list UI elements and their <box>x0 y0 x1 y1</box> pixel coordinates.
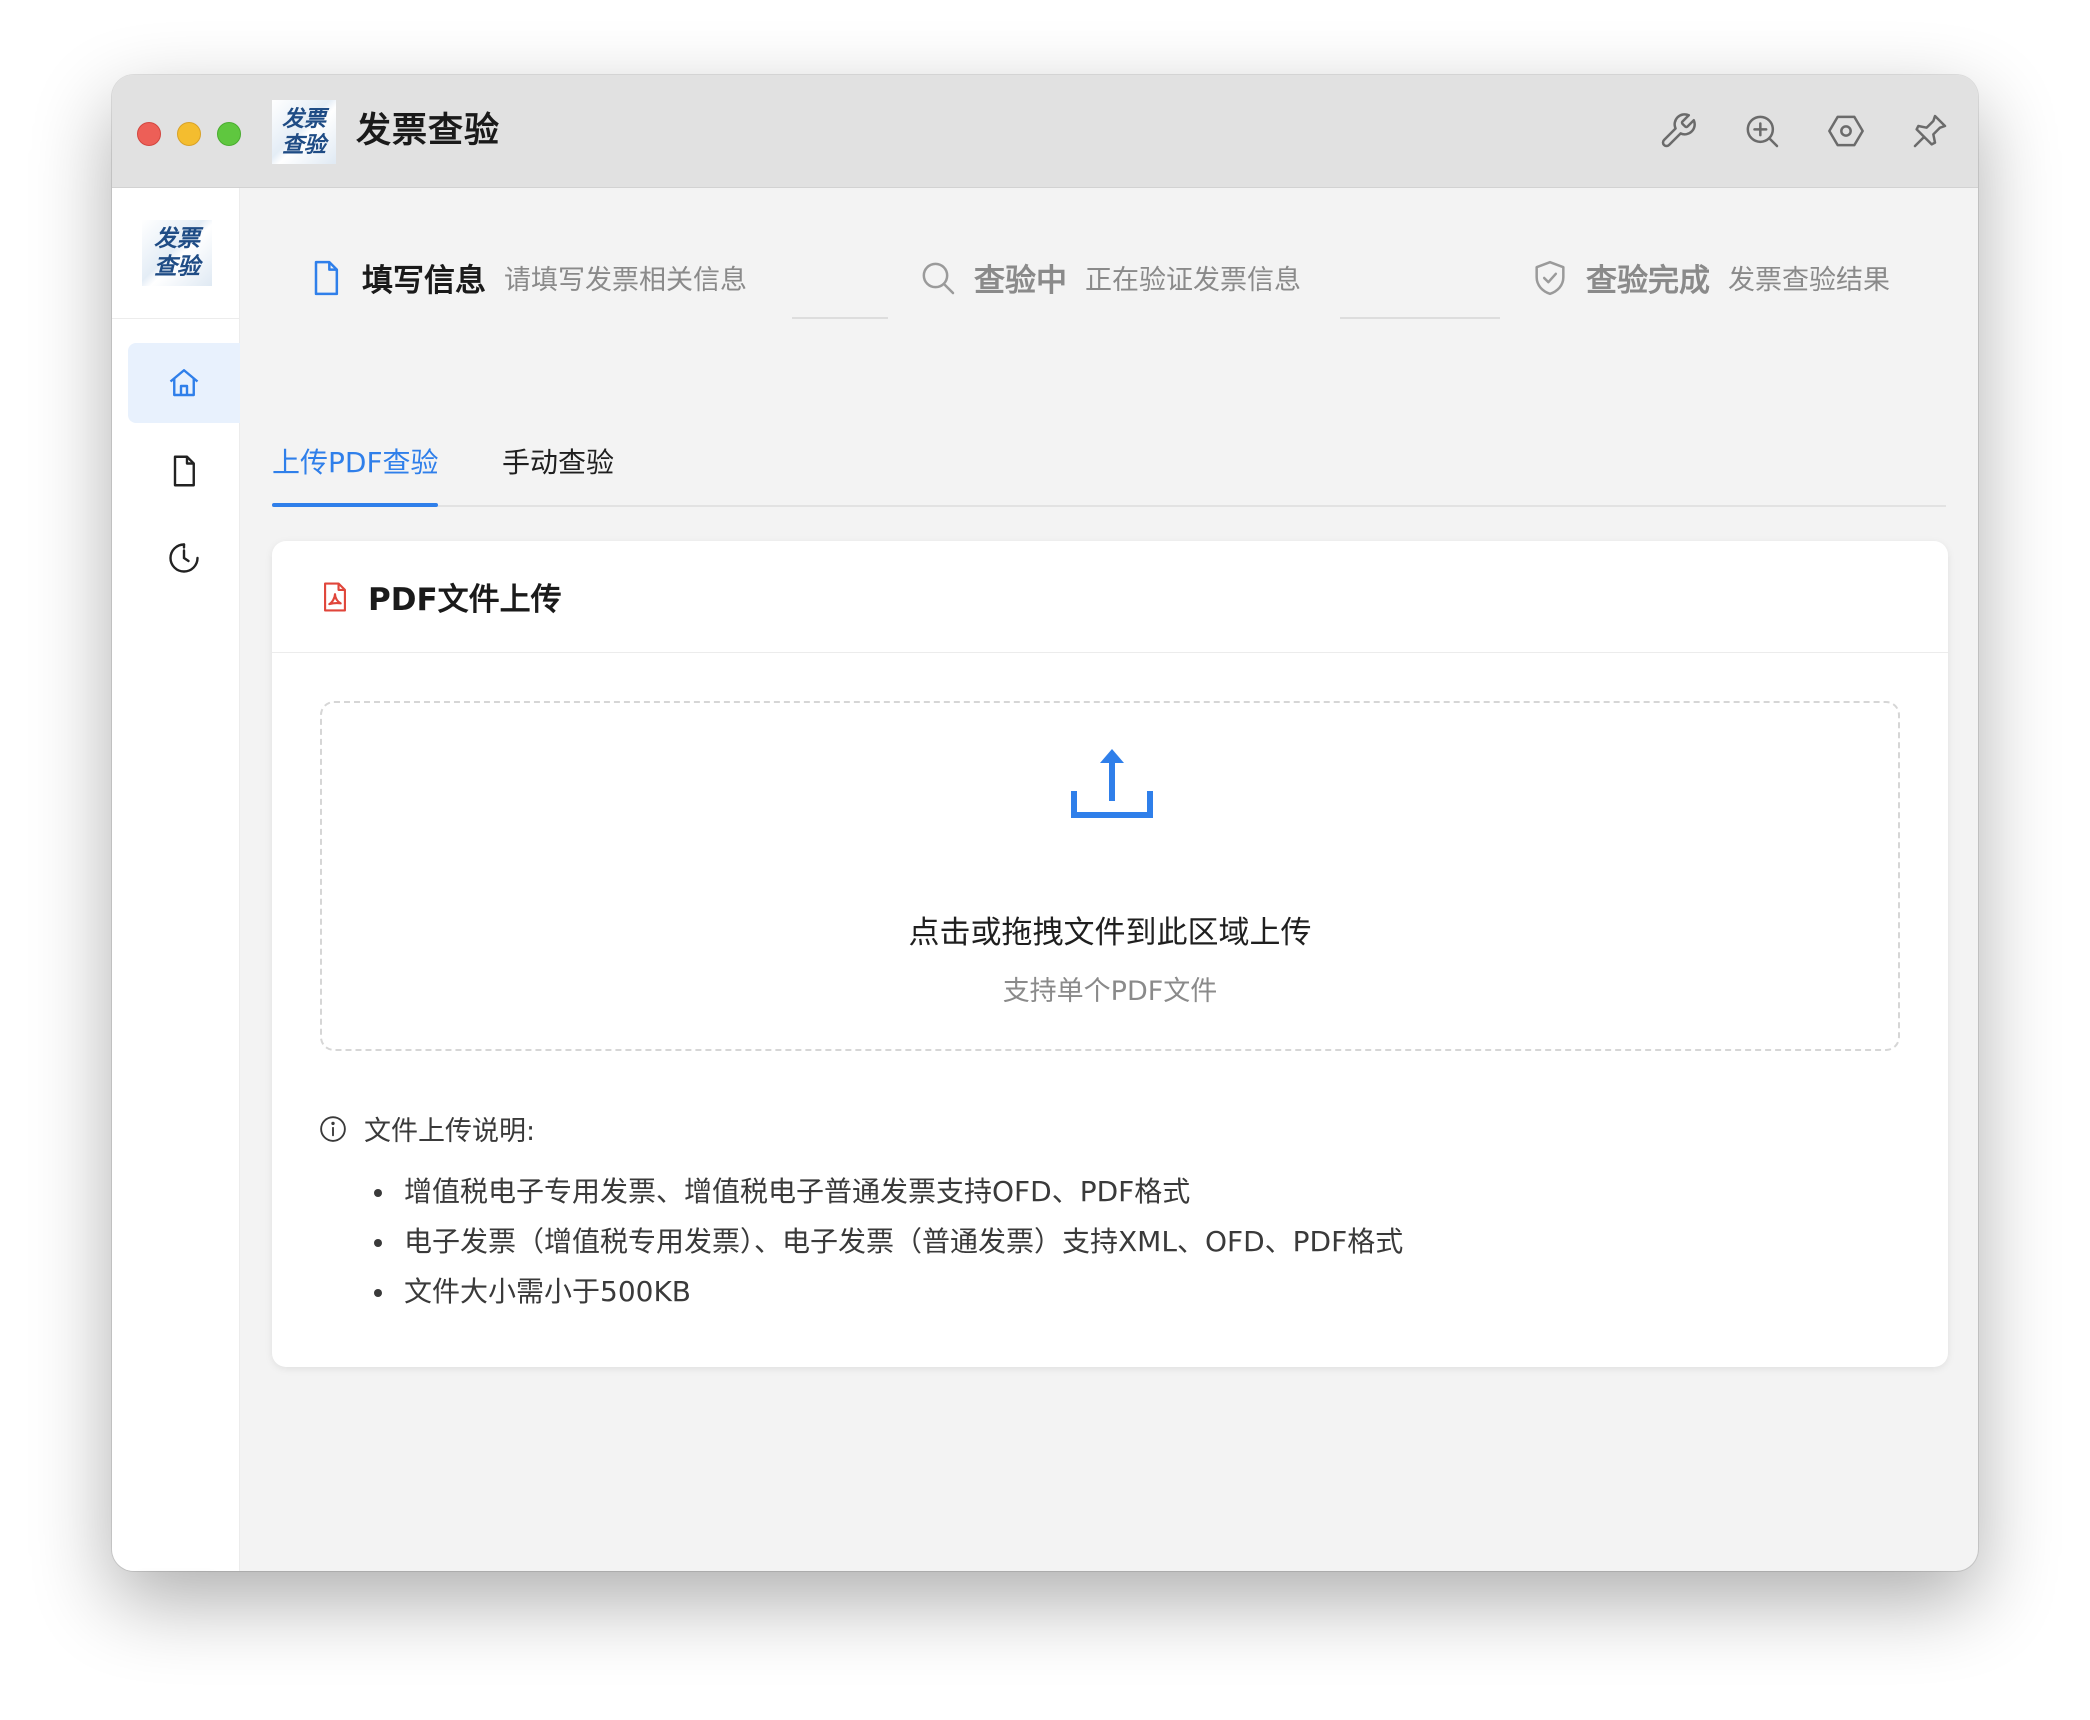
sidebar-divider <box>112 318 239 319</box>
sidebar-item-home[interactable] <box>128 343 240 423</box>
pin-icon[interactable] <box>1906 107 1954 155</box>
upload-dropzone[interactable]: 点击或拖拽文件到此区域上传 支持单个PDF文件 <box>320 701 1900 1051</box>
settings-hexagon-icon[interactable] <box>1822 107 1870 155</box>
sidebar-logo: 发票 查验 <box>142 220 212 286</box>
sidebar-logo-line1: 发票 <box>154 225 200 252</box>
card-title: PDF文件上传 <box>368 582 562 618</box>
tab-upload-pdf[interactable]: 上传PDF查验 <box>272 443 439 483</box>
app-title: 发票查验 <box>356 111 501 151</box>
info-icon <box>320 1115 346 1142</box>
sidebar-item-document[interactable] <box>128 431 240 511</box>
sidebar: 发票 查验 <box>112 188 240 1571</box>
step-title: 填写信息 <box>362 263 486 299</box>
tab-manual-verify[interactable]: 手动查验 <box>502 443 614 483</box>
shield-check-icon <box>1535 260 1565 295</box>
minimize-window-button[interactable] <box>177 122 201 146</box>
document-icon <box>314 260 339 295</box>
home-icon <box>169 369 199 397</box>
upload-notes-list: 增值税电子专用发票、增值税电子普通发票支持OFD、PDF格式 电子发票（增值税专… <box>372 1167 1403 1317</box>
sidebar-logo-line2: 查验 <box>154 253 200 280</box>
upload-notes-title: 文件上传说明: <box>364 1116 536 1147</box>
list-item: 电子发票（增值税专用发票）、电子发票（普通发票）支持XML、OFD、PDF格式 <box>372 1217 1403 1267</box>
dropzone-main-text: 点击或拖拽文件到此区域上传 <box>908 915 1312 951</box>
step-connector <box>792 317 888 319</box>
logo-text-line2: 查验 <box>281 132 326 158</box>
sidebar-item-history[interactable] <box>128 518 240 598</box>
dropzone-sub-text: 支持单个PDF文件 <box>1002 976 1218 1007</box>
step-desc: 请填写发票相关信息 <box>504 265 747 296</box>
tabs-baseline <box>272 505 1946 507</box>
upload-icon <box>1071 749 1153 818</box>
list-item: 文件大小需小于500KB <box>372 1267 1403 1317</box>
title-bar: 发票 查验 发票查验 <box>112 75 1978 188</box>
document-icon <box>173 455 195 487</box>
upload-notes-header: 文件上传说明: <box>318 1109 535 1148</box>
app-logo: 发票 查验 <box>272 100 336 164</box>
step-connector <box>1340 317 1500 319</box>
step-verifying: 查验中 正在验证发票信息 <box>918 255 1301 300</box>
card-header: PDF文件上传 <box>272 541 1948 653</box>
list-item: 增值税电子专用发票、增值税电子普通发票支持OFD、PDF格式 <box>372 1167 1403 1217</box>
wrench-icon[interactable] <box>1654 107 1702 155</box>
step-fill-info: 填写信息 请填写发票相关信息 <box>306 255 747 300</box>
step-title: 查验中 <box>974 263 1067 299</box>
pdf-file-icon <box>324 581 346 612</box>
maximize-window-button[interactable] <box>217 122 241 146</box>
step-complete: 查验完成 发票查验结果 <box>1530 255 1890 300</box>
step-desc: 正在验证发票信息 <box>1085 265 1301 296</box>
logo-text-line1: 发票 <box>281 106 326 132</box>
step-desc: 发票查验结果 <box>1728 265 1890 296</box>
step-title: 查验完成 <box>1586 263 1710 299</box>
app-window: 发票 查验 发票查验 发票 查验 填写信息 请填写发票相关信息 查验中 正在验证… <box>112 75 1978 1571</box>
history-icon <box>169 543 199 573</box>
pdf-upload-card: PDF文件上传 点击或拖拽文件到此区域上传 支持单个PDF文件 文件上传说明: … <box>272 541 1948 1367</box>
search-icon <box>922 262 955 294</box>
zoom-in-icon[interactable] <box>1738 107 1786 155</box>
active-tab-indicator <box>272 503 438 507</box>
close-window-button[interactable] <box>137 122 161 146</box>
